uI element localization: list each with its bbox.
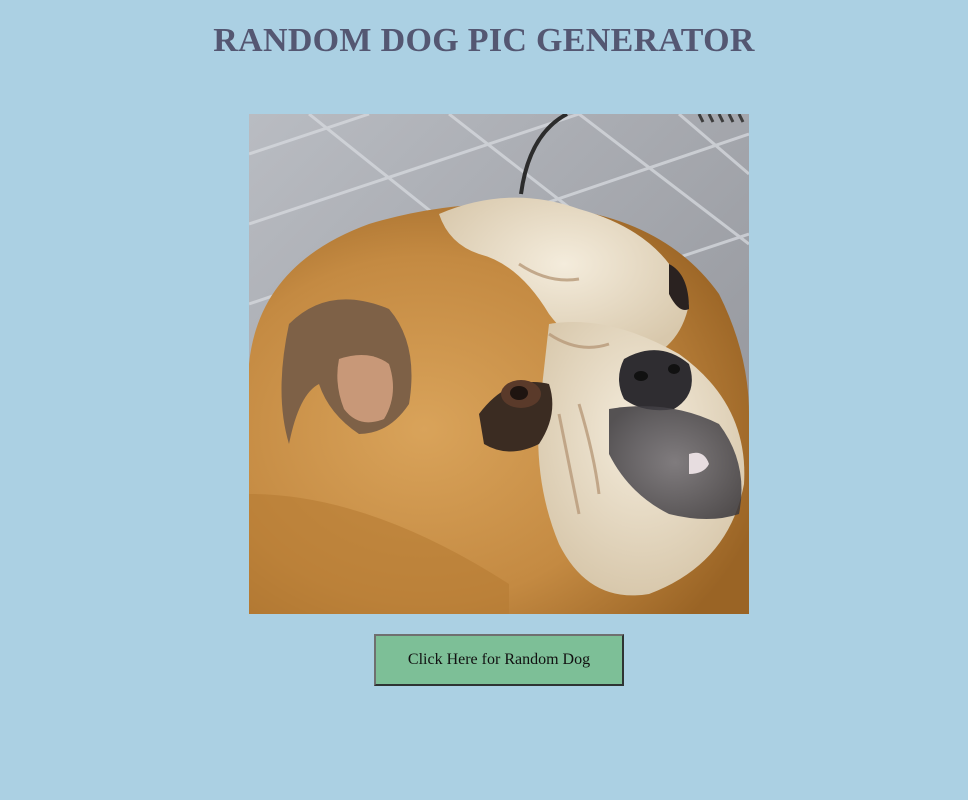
page-title: RANDOM DOG PIC GENERATOR: [213, 22, 755, 59]
dog-photo-illustration: [249, 114, 749, 614]
dog-image: [249, 114, 749, 614]
random-dog-button[interactable]: Click Here for Random Dog: [374, 634, 624, 686]
page: RANDOM DOG PIC GENERATOR Click Here for …: [0, 0, 968, 800]
